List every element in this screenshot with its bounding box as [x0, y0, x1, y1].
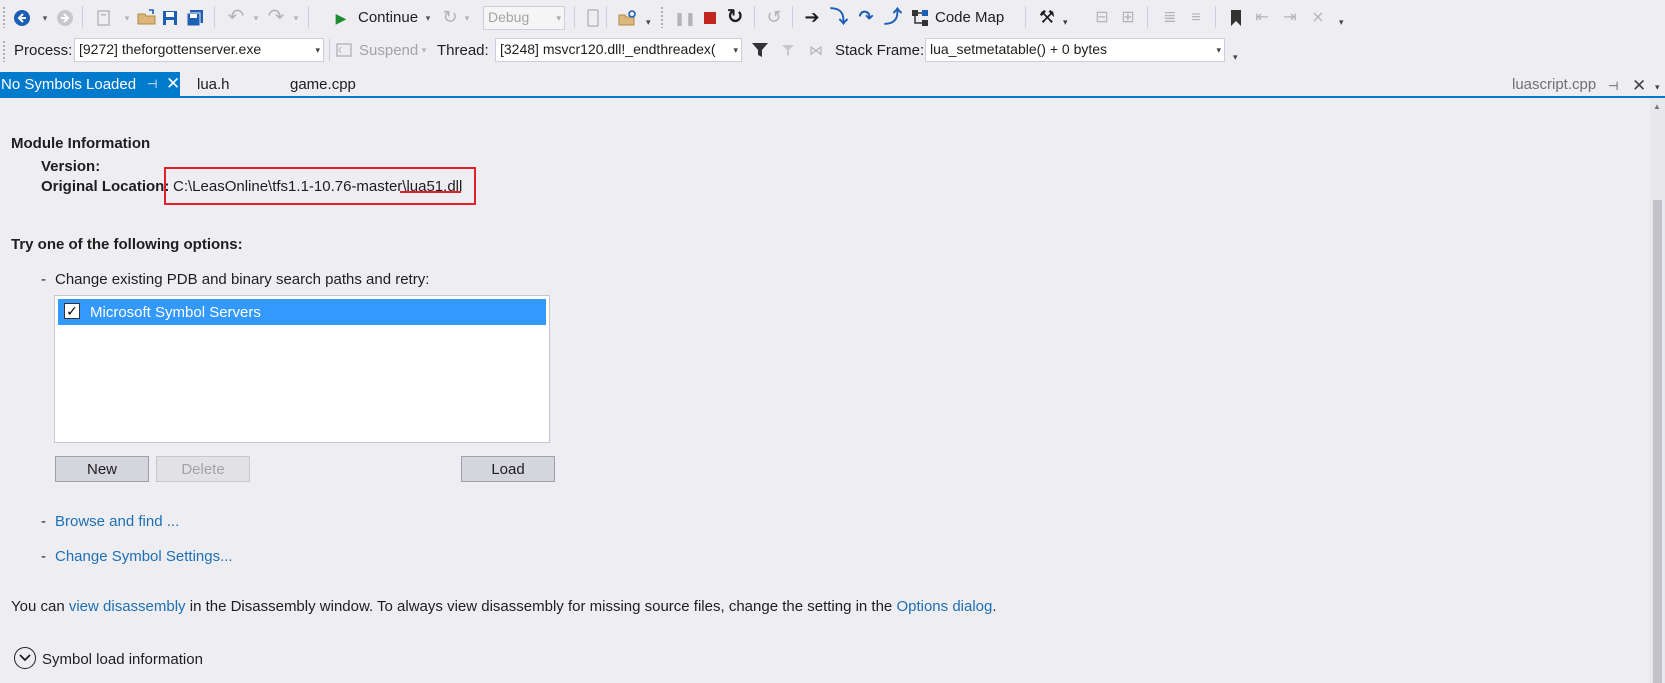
show-flagged-threads-icon [778, 40, 798, 60]
load-button[interactable]: Load [461, 456, 555, 482]
stack-frame-label: Stack Frame: [835, 42, 925, 59]
toolbar-overflow-icon[interactable]: ▾ [1339, 17, 1344, 28]
change-symbol-settings-link[interactable]: Change Symbol Settings... [55, 548, 233, 565]
list-item[interactable]: ✓ Microsoft Symbol Servers [58, 299, 546, 325]
scrollbar-thumb[interactable] [1653, 200, 1662, 683]
toolbar-grip[interactable] [2, 40, 6, 62]
tab-lua-h[interactable]: lua.h [197, 76, 230, 93]
tab-game-cpp[interactable]: game.cpp [290, 76, 356, 93]
symbol-server-checkbox[interactable]: ✓ [64, 303, 80, 319]
suspend-button: Suspend [359, 42, 419, 59]
bullet-dash: - [41, 513, 46, 530]
tab-luascript-cpp[interactable]: luascript.cpp [1512, 76, 1596, 93]
show-all-threads-icon: ⋈ [809, 42, 823, 58]
show-threads-icon[interactable]: ⚒ [1037, 7, 1057, 27]
debug-location-toolbar: Process: [9272] theforgottenserver.exe ▾ … [0, 34, 1665, 68]
save-icon[interactable] [160, 8, 180, 28]
delete-button: Delete [156, 456, 250, 482]
toolbar-overflow-icon[interactable]: ▾ [646, 17, 651, 28]
continue-dropdown-icon[interactable]: ▾ [423, 8, 433, 28]
solution-configuration-select: Debug ▾ [483, 6, 565, 30]
new-project-dropdown-icon: ▾ [124, 12, 130, 23]
uncomment-icon: ≡ [1191, 9, 1201, 26]
thread-label: Thread: [437, 42, 489, 59]
open-file-icon[interactable] [137, 7, 157, 27]
redo-dropdown-icon: ▾ [293, 12, 299, 23]
symbol-load-information-toggle[interactable]: Symbol load information [42, 651, 203, 668]
change-paths-text: Change existing PDB and binary search pa… [55, 271, 430, 288]
version-label: Version: [41, 158, 101, 175]
break-all-icon: ❚❚ [674, 10, 696, 26]
bullet-dash: - [41, 271, 46, 288]
tab-no-symbols-loaded[interactable]: No Symbols Loaded ⊣ ✕ [0, 72, 180, 98]
step-over-icon[interactable]: ↷ [856, 7, 876, 27]
clear-bookmarks-icon: ⨯ [1311, 9, 1325, 26]
tab-title: No Symbols Loaded [1, 76, 137, 93]
stack-frame-select[interactable]: lua_setmetatable() + 0 bytes ▾ [925, 38, 1225, 62]
note-text: in the Disassembly window. To always vie… [185, 598, 897, 615]
previous-bookmark-icon: ⇤ [1255, 9, 1269, 26]
apply-code-changes-icon: ↺ [766, 7, 782, 27]
refresh-dropdown-icon: ▾ [464, 12, 470, 23]
new-button[interactable]: New [55, 456, 149, 482]
continue-button[interactable]: Continue [358, 9, 418, 26]
next-bookmark-icon: ⇥ [1283, 9, 1297, 26]
note-text: . [992, 598, 997, 615]
toolbar-overflow-icon[interactable]: ▾ [1063, 17, 1068, 28]
tab-list-dropdown-icon[interactable]: ▾ [1655, 82, 1660, 93]
options-dialog-link[interactable]: Options dialog [896, 598, 992, 615]
bookmark-icon[interactable] [1226, 8, 1246, 28]
save-all-icon[interactable] [185, 8, 205, 28]
suspend-dropdown-icon: ▾ [421, 44, 427, 55]
list-item-label: Microsoft Symbol Servers [90, 304, 261, 321]
code-map-button[interactable]: Code Map [935, 9, 1004, 26]
stop-debugging-icon[interactable] [700, 8, 720, 28]
view-disassembly-link[interactable]: view disassembly [69, 598, 186, 615]
toolbar-grip[interactable] [660, 6, 664, 28]
toolbar-overflow-icon[interactable]: ▾ [1233, 52, 1238, 63]
continue-play-icon[interactable]: ▶ [331, 8, 351, 28]
comment-icon: ≣ [1163, 9, 1177, 26]
module-information-heading: Module Information [11, 135, 151, 152]
flag-filter-icon[interactable] [750, 40, 770, 60]
navigate-forward-icon [55, 8, 75, 28]
refresh-icon: ↻ [442, 7, 458, 27]
original-location-label: Original Location: [41, 178, 170, 195]
close-tab-icon[interactable]: ✕ [166, 74, 180, 94]
thread-select[interactable]: [3248] msvcr120.dll!_endthreadex(▾ [495, 38, 742, 62]
debug-toolbar: ▾ ▾ ↶ ▾ ↷ ▾ ▶ Continue ▾ ↻ ▾ Debug ▾ ▾ ❚❚… [0, 0, 1665, 34]
note-text: You can [11, 598, 69, 615]
close-tab-icon[interactable]: ✕ [1632, 76, 1646, 96]
distribute-icon: ⊞ [1121, 9, 1135, 26]
navigate-back-icon[interactable] [12, 8, 32, 28]
dll-name-underline [400, 191, 461, 193]
code-map-icon[interactable] [910, 8, 930, 28]
step-into-icon[interactable]: ⤵ [829, 7, 849, 27]
device-icon [583, 8, 603, 28]
options-heading: Try one of the following options: [11, 236, 243, 253]
process-label: Process: [14, 42, 73, 59]
undo-dropdown-icon: ▾ [253, 12, 259, 23]
toolbar-grip[interactable] [2, 6, 6, 28]
align-icon: ⊟ [1095, 9, 1109, 26]
bullet-dash: - [41, 548, 46, 565]
pin-tab-icon[interactable]: ⊣ [147, 77, 157, 91]
scroll-up-icon[interactable]: ▲ [1653, 102, 1661, 111]
browse-and-find-link[interactable]: Browse and find ... [55, 513, 179, 530]
pin-tab-icon[interactable]: ⊣ [1608, 79, 1618, 93]
document-tab-strip: No Symbols Loaded ⊣ ✕ [0, 72, 1665, 98]
expand-chevron-icon[interactable] [14, 647, 36, 669]
find-in-files-icon[interactable] [618, 8, 638, 28]
undo-icon: ↶ [227, 6, 245, 28]
step-out-icon[interactable]: ⤴ [883, 7, 903, 27]
redo-icon: ↷ [267, 6, 285, 28]
show-next-statement-icon[interactable]: ➔ [802, 7, 822, 27]
suspend-icon [334, 40, 354, 60]
navigate-back-dropdown-icon[interactable]: ▾ [40, 8, 50, 28]
new-project-icon [94, 8, 114, 28]
disassembly-note: You can view disassembly in the Disassem… [11, 598, 997, 615]
process-select[interactable]: [9272] theforgottenserver.exe ▾ [74, 38, 324, 62]
restart-icon[interactable]: ↻ [725, 7, 745, 27]
